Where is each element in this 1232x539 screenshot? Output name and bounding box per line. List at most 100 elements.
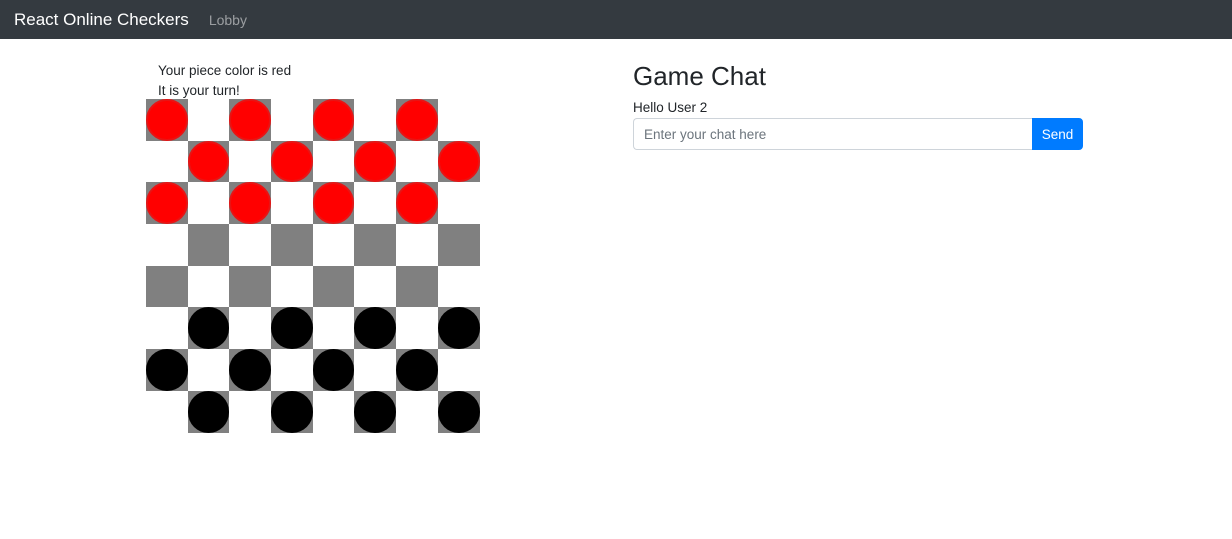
board-square[interactable] xyxy=(187,224,230,266)
red-piece[interactable] xyxy=(271,140,313,183)
board-square[interactable] xyxy=(354,224,397,266)
board-square[interactable] xyxy=(396,349,438,391)
black-piece[interactable] xyxy=(437,307,480,350)
board-square[interactable] xyxy=(229,182,272,225)
board-square xyxy=(396,140,438,183)
board-square xyxy=(146,307,188,350)
board-square[interactable] xyxy=(354,390,397,433)
board-square[interactable] xyxy=(437,390,480,433)
board-square xyxy=(271,265,313,308)
board-square[interactable] xyxy=(312,99,355,141)
turn-message: It is your turn! xyxy=(158,83,240,98)
navbar: React Online Checkers Lobby xyxy=(0,0,1232,39)
board-square[interactable] xyxy=(312,182,355,225)
board-square xyxy=(312,140,355,183)
red-piece[interactable] xyxy=(437,140,480,183)
board-square[interactable] xyxy=(437,224,480,266)
red-piece[interactable] xyxy=(229,182,272,225)
board-square xyxy=(354,182,397,225)
board-square[interactable] xyxy=(146,349,188,391)
chat-input[interactable] xyxy=(633,118,1032,150)
board-square[interactable] xyxy=(437,307,480,350)
board-square[interactable] xyxy=(146,182,188,225)
nav-link-lobby[interactable]: Lobby xyxy=(209,12,247,28)
board-square[interactable] xyxy=(312,265,355,308)
board-square[interactable] xyxy=(271,307,313,350)
black-piece[interactable] xyxy=(354,307,397,350)
board-square xyxy=(229,224,272,266)
red-piece[interactable] xyxy=(146,99,188,141)
board-square[interactable] xyxy=(229,349,272,391)
board-square[interactable] xyxy=(396,265,438,308)
black-piece[interactable] xyxy=(271,307,313,350)
board-square[interactable] xyxy=(271,224,313,266)
board-square xyxy=(187,182,230,225)
game-chat: Game Chat Hello User 2 Send xyxy=(633,58,1083,150)
board-square[interactable] xyxy=(354,307,397,350)
board-square xyxy=(396,307,438,350)
black-piece[interactable] xyxy=(229,349,272,391)
board-square[interactable] xyxy=(187,307,230,350)
board-square xyxy=(271,99,313,141)
send-button[interactable]: Send xyxy=(1032,118,1083,150)
board-square xyxy=(271,349,313,391)
board-square xyxy=(146,390,188,433)
board-square xyxy=(187,265,230,308)
board-square xyxy=(187,349,230,391)
board-square xyxy=(312,224,355,266)
board-square[interactable] xyxy=(437,140,480,183)
board-square xyxy=(146,140,188,183)
board-square xyxy=(229,390,272,433)
black-piece[interactable] xyxy=(354,390,397,433)
board-square[interactable] xyxy=(396,182,438,225)
board-square[interactable] xyxy=(146,265,188,308)
board-square[interactable] xyxy=(187,390,230,433)
red-piece[interactable] xyxy=(187,140,230,183)
black-piece[interactable] xyxy=(437,390,480,433)
chat-greeting: Hello User 2 xyxy=(633,100,708,115)
board-square xyxy=(312,390,355,433)
board-square[interactable] xyxy=(187,140,230,183)
board-square xyxy=(187,99,230,141)
board-square[interactable] xyxy=(396,99,438,141)
black-piece[interactable] xyxy=(187,390,230,433)
black-piece[interactable] xyxy=(187,307,230,350)
board-square xyxy=(229,307,272,350)
board-square xyxy=(229,140,272,183)
board-square xyxy=(354,99,397,141)
board-square xyxy=(354,265,397,308)
board-square[interactable] xyxy=(354,140,397,183)
board-square xyxy=(437,99,480,141)
board-square[interactable] xyxy=(229,265,272,308)
red-piece[interactable] xyxy=(229,99,272,141)
board-square xyxy=(437,182,480,225)
board-square xyxy=(396,390,438,433)
board-square xyxy=(437,349,480,391)
red-piece[interactable] xyxy=(396,182,438,225)
board-square[interactable] xyxy=(312,349,355,391)
red-piece[interactable] xyxy=(354,140,397,183)
piece-color-message: Your piece color is red xyxy=(158,63,292,78)
red-piece[interactable] xyxy=(396,99,438,141)
red-piece[interactable] xyxy=(312,182,355,225)
board-square xyxy=(146,224,188,266)
chat-title: Game Chat xyxy=(633,61,766,91)
board-square xyxy=(437,265,480,308)
chat-form: Send xyxy=(633,118,1083,150)
black-piece[interactable] xyxy=(312,349,355,391)
board-square xyxy=(396,224,438,266)
brand-link[interactable]: React Online Checkers xyxy=(14,10,189,30)
red-piece[interactable] xyxy=(146,182,188,225)
red-piece[interactable] xyxy=(312,99,355,141)
black-piece[interactable] xyxy=(271,390,313,433)
board-square[interactable] xyxy=(229,99,272,141)
game-status: Your piece color is red It is your turn! xyxy=(158,61,291,101)
board-square xyxy=(312,307,355,350)
board-square xyxy=(354,349,397,391)
board-square[interactable] xyxy=(271,390,313,433)
board-square[interactable] xyxy=(146,99,188,141)
board-square xyxy=(271,182,313,225)
black-piece[interactable] xyxy=(146,349,188,391)
black-piece[interactable] xyxy=(396,349,438,391)
board-square[interactable] xyxy=(271,140,313,183)
